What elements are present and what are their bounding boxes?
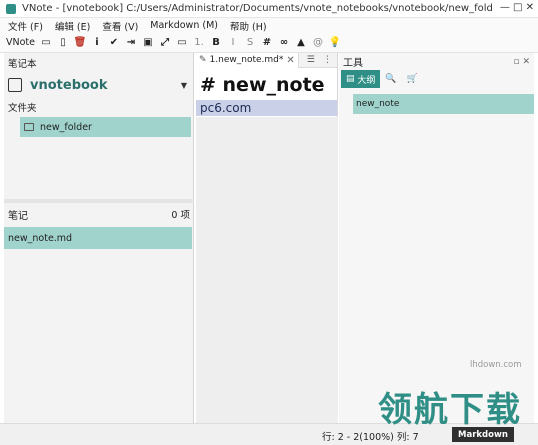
editor-empty-area[interactable] (196, 117, 338, 423)
editor-tabbar: ✎ 1.new_note.md* ✕ ☰ ⋮ (196, 52, 337, 68)
outline-icon: ▤ (346, 74, 358, 84)
code-icon[interactable]: # (260, 36, 274, 50)
bold-icon[interactable]: B (209, 36, 223, 50)
attachment-icon[interactable]: @ (311, 36, 325, 50)
watermark-text: 领航下载 (378, 390, 522, 430)
file-icon[interactable]: ▯ (56, 36, 70, 50)
window-controls[interactable]: — □ ✕ (500, 2, 534, 13)
menu-icon[interactable]: ☰ (307, 55, 315, 65)
tools-header: 工具 ▫ ✕ (339, 53, 534, 70)
save-icon[interactable]: ▣ (141, 36, 155, 50)
folder-icon (24, 123, 34, 131)
note-item[interactable]: new_note.md (4, 227, 192, 249)
notes-header: 笔记 0 项 (4, 205, 194, 223)
watermark-url: lhdown.com (470, 360, 522, 370)
tools-tabs: ▤ 大纲 🔍 🛒 (339, 70, 534, 88)
image-icon[interactable]: ▲ (294, 36, 308, 50)
outline-tab-label: 大纲 (357, 75, 376, 86)
delete-icon[interactable]: 🗑 (73, 36, 87, 50)
menu-edit[interactable]: 编辑 (E) (55, 19, 90, 33)
monitor-icon[interactable]: ▭ (175, 36, 189, 50)
italic-icon[interactable]: I (226, 36, 240, 50)
notes-title: 笔记 (8, 210, 28, 222)
panel-divider[interactable] (4, 199, 194, 203)
export-icon[interactable]: ⇥ (124, 36, 138, 50)
folders-title: 文件夹 (8, 103, 37, 114)
editor-heading[interactable]: # new_note (196, 68, 337, 98)
cursor-position: 行: 2 - 2(100%) 列: 7 (322, 432, 419, 443)
heading-icon[interactable]: 1. (192, 36, 206, 50)
info-icon[interactable]: i (90, 36, 104, 50)
title-bar: VNote - [vnotebook] C:/Users/Administrat… (0, 0, 538, 18)
menu-help[interactable]: 帮助 (H) (230, 19, 267, 33)
tools-title: 工具 (343, 58, 363, 69)
toolbar: VNote ▭ ▯ 🗑 i ✔ ⇥ ▣ ⤢ ▭ 1. B I S # ∞ ▲ @… (0, 33, 538, 53)
outline-item[interactable]: new_note (353, 94, 534, 114)
window-float-icon[interactable]: ▫ ✕ (513, 57, 530, 67)
menu-markdown[interactable]: Markdown (M) (150, 20, 218, 31)
dropdown-arrow-icon[interactable]: ▼ (181, 81, 187, 90)
editor-current-line[interactable]: pc6.com (196, 100, 337, 116)
app-icon (6, 3, 16, 14)
notes-count: 0 项 (171, 210, 190, 221)
menu-file[interactable]: 文件 (F) (8, 19, 43, 33)
folder-item[interactable]: new_folder (20, 117, 191, 137)
link-icon[interactable]: ∞ (277, 36, 291, 50)
tab-new-note[interactable]: ✎ 1.new_note.md* ✕ (196, 52, 299, 68)
expand-icon[interactable]: ⤢ (158, 36, 172, 50)
notebook-panel: 笔记本 vnotebook ▼ 文件夹 new_folder 笔记 0 项 ne… (4, 53, 194, 423)
cart-icon[interactable]: 🛒 (402, 70, 423, 88)
window-title: VNote - [vnotebook] C:/Users/Administrat… (22, 3, 492, 14)
notebook-selector[interactable]: vnotebook ▼ (4, 73, 193, 97)
folder-icon[interactable]: ▭ (39, 36, 53, 50)
notebook-panel-title: 笔记本 (8, 59, 37, 70)
folder-name: new_folder (40, 121, 92, 133)
menu-bar: 文件 (F) 编辑 (E) 查看 (V) Markdown (M) 帮助 (H) (0, 18, 538, 33)
toolbar-label: VNote (6, 37, 35, 48)
search-icon[interactable]: 🔍 (380, 70, 401, 88)
tab-label: 1.new_note.md* (209, 55, 284, 65)
more-icon[interactable]: ⋮ (323, 55, 332, 65)
notebook-name: vnotebook (30, 77, 108, 93)
check-icon[interactable]: ✔ (107, 36, 121, 50)
tab-outline[interactable]: ▤ 大纲 (341, 70, 381, 88)
bulb-icon[interactable]: 💡 (328, 36, 342, 50)
menu-view[interactable]: 查看 (V) (102, 19, 138, 33)
book-icon (8, 78, 22, 92)
editor-area: ✎ 1.new_note.md* ✕ ☰ ⋮ # new_note pc6.co… (196, 52, 338, 423)
close-icon[interactable]: ✕ (286, 55, 294, 66)
strikethrough-icon[interactable]: S (243, 36, 257, 50)
edit-icon: ✎ (199, 55, 207, 65)
